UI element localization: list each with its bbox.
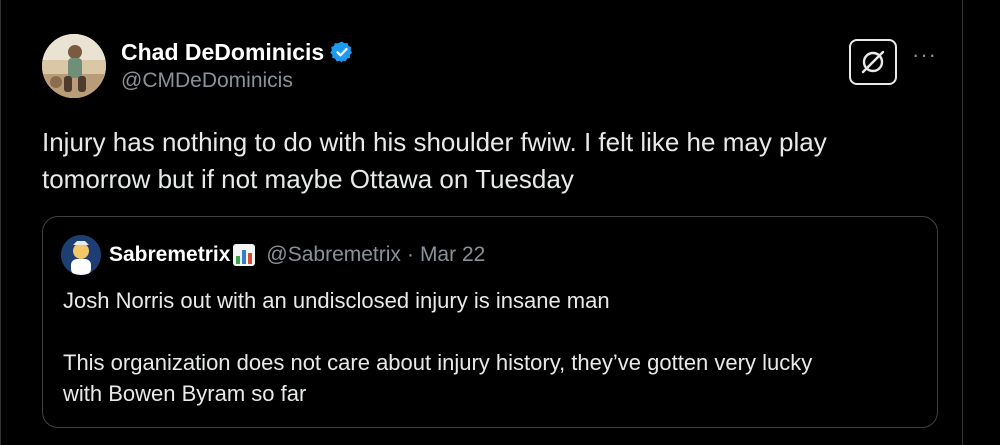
bar-chart-emoji-icon: [233, 244, 256, 266]
quoted-tweet[interactable]: Sabremetrix @Sabremetrix · Mar 22 Josh N…: [42, 216, 938, 428]
timeline-border-right: [962, 0, 963, 445]
quote-display-name[interactable]: Sabremetrix: [109, 243, 230, 267]
quote-timestamp[interactable]: Mar 22: [420, 243, 485, 267]
display-name[interactable]: Chad DeDominicis: [121, 39, 324, 66]
avatar[interactable]: [42, 34, 106, 98]
quote-handle[interactable]: @Sabremetrix: [266, 243, 401, 267]
avatar-photo: [42, 34, 106, 98]
timeline-border-left: [0, 0, 1, 445]
more-options-button[interactable]: ···: [912, 44, 937, 66]
quote-text: Josh Norris out with an undisclosed inju…: [63, 288, 813, 406]
verified-badge-icon[interactable]: [330, 40, 354, 64]
tweet-text: Injury has nothing to do with his should…: [42, 127, 827, 194]
handle[interactable]: @CMDeDominicis: [121, 69, 354, 93]
grok-action-button[interactable]: [849, 39, 897, 85]
quote-avatar[interactable]: [61, 235, 101, 275]
quote-separator: ·: [406, 243, 414, 266]
slashed-circle-icon: [861, 50, 885, 74]
quote-avatar-photo: [61, 235, 101, 275]
tweet[interactable]: Chad DeDominicis @CMDeDominicis ··· Inju…: [42, 34, 942, 445]
